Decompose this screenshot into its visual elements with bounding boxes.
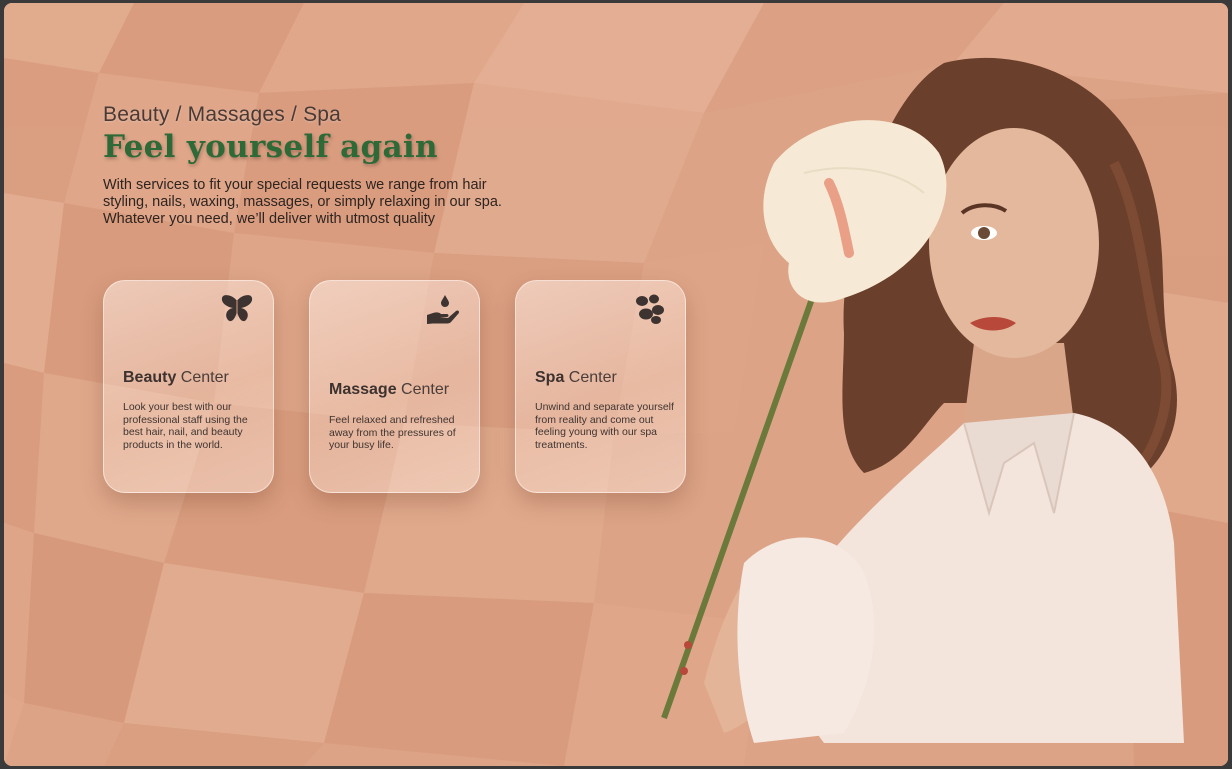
butterfly-icon xyxy=(221,295,253,322)
page-title: Feel yourself again xyxy=(103,129,438,165)
service-card-beauty[interactable]: Beauty Center Look your best with our pr… xyxy=(103,280,274,493)
breadcrumb: Beauty / Massages / Spa xyxy=(103,103,342,126)
hero-section: Beauty / Massages / Spa Feel yourself ag… xyxy=(4,3,1228,766)
card-description: Look your best with our professional sta… xyxy=(123,401,248,451)
service-card-massage[interactable]: Massage Center Feel relaxed and refreshe… xyxy=(309,280,480,493)
card-title: Beauty Center xyxy=(123,369,229,386)
hero-description: With services to fit your special reques… xyxy=(103,177,502,227)
card-description: Feel relaxed and refreshed away from the… xyxy=(329,414,456,451)
hand-droplet-icon xyxy=(427,295,460,324)
model-portrait-image xyxy=(661,57,1184,743)
card-title: Massage Center xyxy=(329,381,450,398)
hero-text-block: Beauty / Massages / Spa Feel yourself ag… xyxy=(103,103,543,228)
card-title: Spa Center xyxy=(535,369,617,386)
